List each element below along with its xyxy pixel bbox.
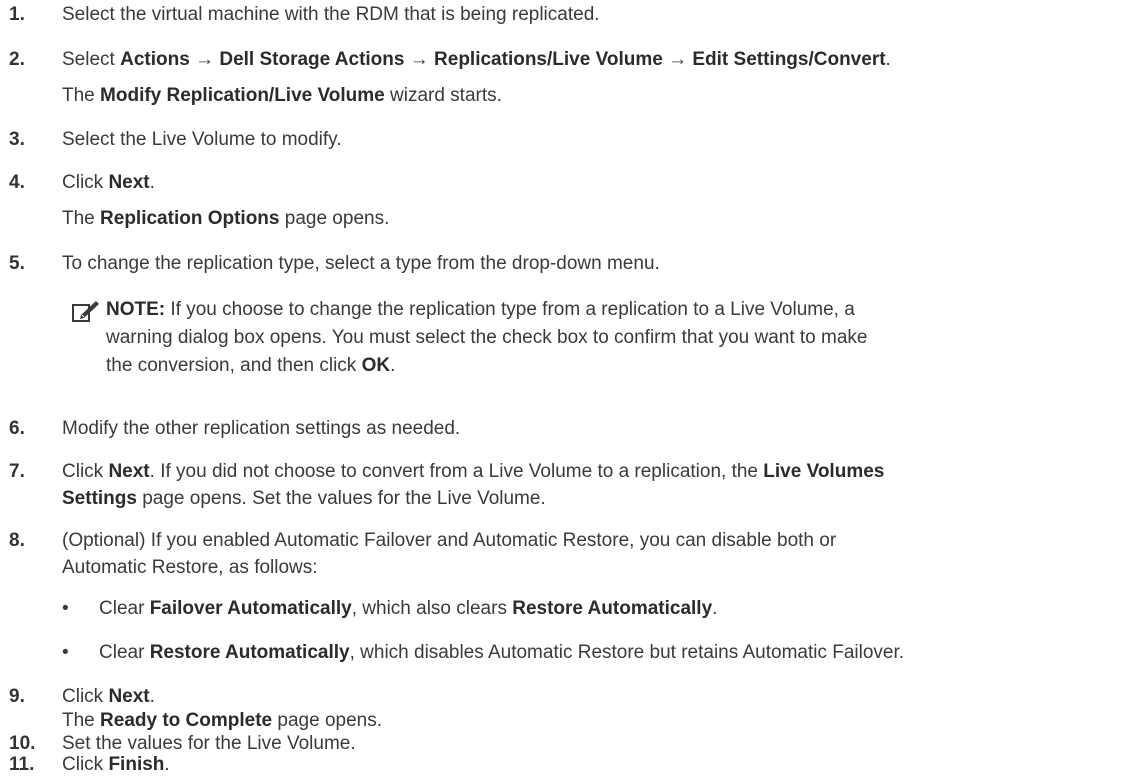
step-number: 1. — [9, 4, 25, 25]
step-result: The Modify Replication/Live Volume wizar… — [62, 85, 502, 106]
step-text: (Optional) If you enabled Automatic Fail… — [62, 530, 837, 551]
step-text: Select the virtual machine with the RDM … — [62, 4, 600, 25]
bullet-text: Clear Failover Automatically, which also… — [99, 598, 718, 619]
step-number: 5. — [9, 253, 25, 274]
step-text: Select the Live Volume to modify. — [62, 129, 342, 150]
step-number: 7. — [9, 461, 25, 482]
bullet-text: Clear Restore Automatically, which disab… — [99, 642, 905, 663]
step-text: To change the replication type, select a… — [62, 253, 660, 274]
note-text: NOTE: If you choose to change the replic… — [106, 299, 868, 376]
step-number: 9. — [9, 686, 25, 707]
step-number: 6. — [9, 418, 25, 439]
bullet-icon: • — [62, 598, 69, 619]
step-number: 2. — [9, 49, 25, 70]
step-text: Click Next. — [62, 686, 155, 707]
step-number: 4. — [9, 172, 25, 193]
procedure-document: 1. Select the virtual machine with the R… — [0, 0, 1142, 775]
step-text: Modify the other replication settings as… — [62, 418, 461, 439]
note-label: NOTE: — [106, 299, 166, 320]
step-text-continued: Automatic Restore, as follows: — [62, 557, 318, 578]
step-number: 11. — [9, 754, 35, 775]
step-text: Select Actions → Dell Storage Actions → … — [62, 49, 891, 70]
pencil-note-icon — [72, 301, 99, 322]
step-number: 8. — [9, 530, 25, 551]
step-text-continued: Settings page opens. Set the values for … — [62, 488, 546, 509]
step-text: Click Next. — [62, 172, 155, 193]
step-text: Click Next. If you did not choose to con… — [62, 461, 885, 482]
step-text: Click Finish. — [62, 754, 170, 775]
step-number: 3. — [9, 129, 25, 150]
bullet-icon: • — [62, 642, 69, 663]
step-result: The Replication Options page opens. — [62, 208, 390, 229]
